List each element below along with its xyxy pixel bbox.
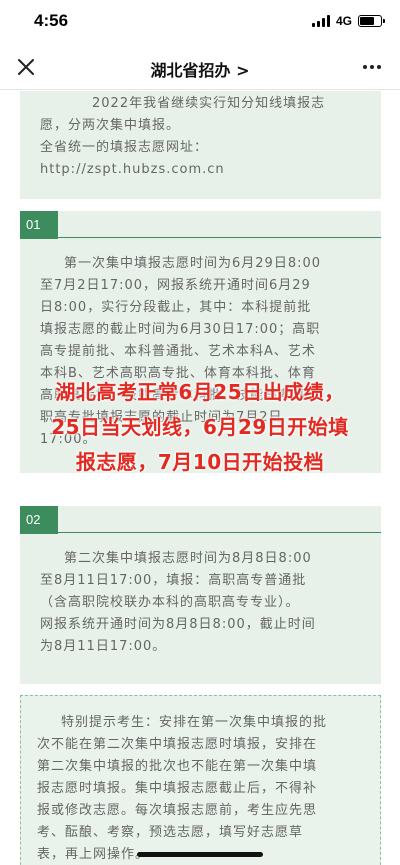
- section-line: 高专提前批、本科普通批、艺术本科A、艺术: [40, 344, 316, 359]
- overlay-line: 湖北高考正常6月25日出成绩，: [55, 380, 345, 404]
- intro-line: 2022年我省继续实行知分知线填报志: [92, 96, 326, 111]
- section-divider: [58, 532, 381, 533]
- signal-icon: [311, 15, 330, 27]
- more-icon[interactable]: [360, 56, 384, 78]
- notice-line: 报或修改志愿。每次填报志愿前，考生应先思: [37, 803, 318, 818]
- status-time: 4:56: [34, 11, 69, 30]
- notice-card: 特别提示考生：安排在第一次集中填报的批 次不能在第二次集中填报志愿时填报，安排在…: [20, 695, 381, 865]
- section-header: 02: [20, 506, 381, 534]
- notice-line: 报志愿时填报。集中填报志愿截止后，不得补: [37, 781, 318, 796]
- section-number: 01: [20, 211, 58, 239]
- notice-line: 次不能在第二次集中填报志愿时填报，安排在: [37, 737, 318, 752]
- section-divider: [58, 237, 381, 238]
- status-bar: 4:56 4G: [0, 0, 400, 44]
- notice-line: 第二次集中填报的批次也不能在第一次集中填: [37, 759, 318, 774]
- overlay-line: 25日当天划线，6月29日开始填: [51, 415, 349, 439]
- overlay-line: 报志愿，7月10日开始投档: [75, 450, 325, 474]
- intro-line: 全省统一的填报志愿网址：: [40, 140, 209, 155]
- section-line: 网报系统开通时间为8月8日8:00，截止时间: [40, 617, 316, 632]
- status-indicators: 4G: [311, 14, 385, 28]
- page-title[interactable]: 湖北省招办 >: [0, 57, 400, 81]
- overlay-caption: 湖北高考正常6月25日出成绩， 25日当天划线，6月29日开始填 报志愿，7月1…: [0, 375, 400, 480]
- section-2-card: 02 第二次集中填报志愿时间为8月8日8:00 至8月11日17:00，填报：高…: [20, 506, 381, 684]
- section-line: 为8月11日17:00。: [40, 639, 167, 654]
- section-body: 第二次集中填报志愿时间为8月8日8:00 至8月11日17:00，填报：高职高专…: [40, 548, 365, 658]
- intro-line: 愿，分两次集中填报。: [40, 118, 181, 133]
- network-type: 4G: [335, 14, 352, 28]
- home-indicator[interactable]: [137, 852, 263, 857]
- nav-bar: 湖北省招办 >: [0, 44, 400, 90]
- section-line: 日8:00，实行分段截止，其中：本科提前批: [40, 300, 312, 315]
- notice-line: 考、酝酿、考察，预选志愿，填写好志愿草: [37, 825, 304, 840]
- section-line: （含高职院校联办本科的高职高专专业）。: [40, 595, 300, 610]
- section-line: 第二次集中填报志愿时间为8月8日8:00: [64, 551, 312, 566]
- intro-card: 2022年我省继续实行知分知线填报志 愿，分两次集中填报。 全省统一的填报志愿网…: [20, 91, 381, 199]
- section-number: 02: [20, 506, 58, 534]
- battery-icon: [358, 15, 385, 27]
- intro-url[interactable]: http://zspt.hubzs.com.cn: [40, 159, 363, 181]
- notice-line: 特别提示考生：安排在第一次集中填报的批: [61, 715, 328, 730]
- section-line: 第一次集中填报志愿时间为6月29日8:00: [64, 256, 322, 271]
- section-line: 填报志愿的截止时间为6月30日17:00；高职: [40, 322, 321, 337]
- section-header: 01: [20, 211, 381, 239]
- section-line: 至7月2日17:00，网报系统开通时间6月29: [40, 278, 311, 293]
- section-line: 至8月11日17:00，填报：高职高专普通批: [40, 573, 307, 588]
